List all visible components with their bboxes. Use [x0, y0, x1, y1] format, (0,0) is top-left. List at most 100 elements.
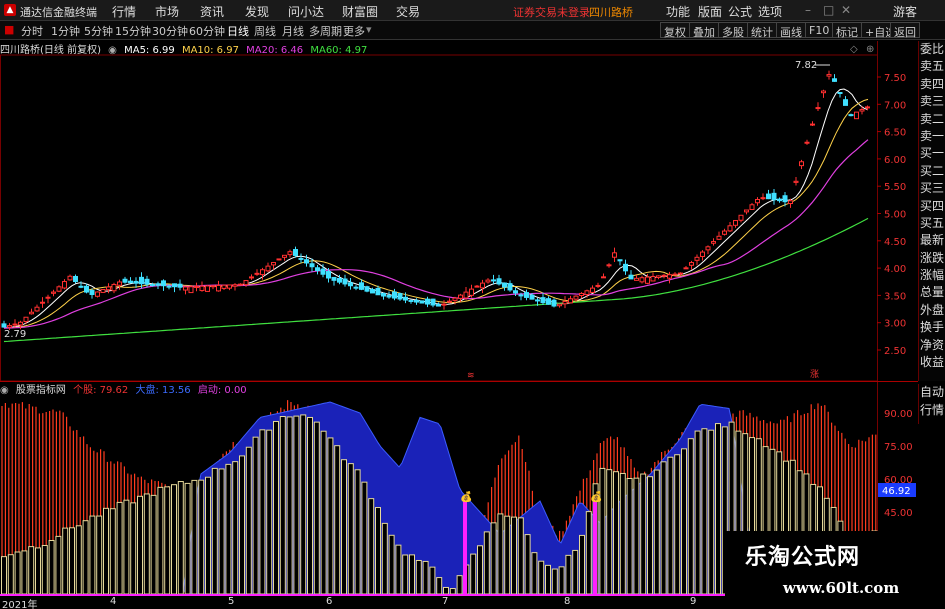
- indicator-yellow-bar: [633, 477, 640, 595]
- quote-panel-item[interactable]: 买五: [919, 215, 945, 232]
- period-tab-1min[interactable]: 1分钟: [51, 23, 80, 39]
- indicator-yellow-bar: [354, 469, 361, 595]
- indicator-yellow-bar: [334, 445, 341, 595]
- indicator-yellow-bar: [660, 461, 667, 595]
- period-tab-30min[interactable]: 30分钟: [152, 23, 188, 39]
- indicator-yellow-bar: [456, 575, 463, 595]
- adjust-button[interactable]: 复权: [660, 22, 690, 39]
- menu-item-market[interactable]: 市场: [155, 3, 179, 20]
- quote-panel-item[interactable]: 委比: [919, 41, 945, 58]
- chart-area[interactable]: 7.50 7.00 6.50 6.00 5.50 5.00 4.50 4.00 3.50 3.00…: [0, 41, 918, 596]
- candle-body: [678, 272, 683, 275]
- indicator-name[interactable]: 股票指标网: [16, 385, 66, 396]
- menu-item-news[interactable]: 资讯: [200, 3, 224, 20]
- quote-panel-item[interactable]: 外盘: [919, 302, 945, 319]
- menu-item-function[interactable]: 功能: [666, 3, 690, 20]
- multi-stock-button[interactable]: 多股: [718, 22, 748, 39]
- indicator-market-value: 大盘: 13.56: [135, 385, 191, 396]
- candle-body: [172, 283, 177, 288]
- quote-panel-item[interactable]: 买三: [919, 180, 945, 197]
- candle-body: [1, 323, 7, 328]
- indicator-tick-label: 90.00: [884, 409, 913, 420]
- period-tab-timeshare[interactable]: 分时: [21, 23, 43, 39]
- indicator-yellow-bar: [409, 554, 415, 595]
- quote-panel-item[interactable]: 卖四: [919, 76, 945, 93]
- indicator-yellow-bar: [327, 437, 334, 595]
- f10-button[interactable]: F10: [805, 22, 834, 38]
- period-tab-weekly[interactable]: 周线: [254, 23, 276, 39]
- chart-expand-icon[interactable]: ⊕: [866, 44, 874, 55]
- candle-body: [73, 275, 78, 283]
- candle-body: [161, 280, 166, 287]
- menu-item-trade[interactable]: 交易: [396, 3, 420, 20]
- quote-panel-item[interactable]: 净资: [919, 337, 945, 354]
- menu-item-ask[interactable]: 问小达: [288, 3, 324, 20]
- candle-body: [782, 195, 788, 203]
- quote-panel-item[interactable]: 卖一: [919, 128, 945, 145]
- period-tab-5min[interactable]: 5分钟: [84, 23, 113, 39]
- candle-body: [859, 109, 865, 112]
- candle-body: [150, 284, 155, 287]
- menu-item-discover[interactable]: 发现: [245, 3, 269, 20]
- candle-body: [128, 280, 133, 284]
- candle-body: [183, 286, 188, 291]
- quote-panel-item[interactable]: 涨幅: [919, 267, 945, 284]
- overlay-button[interactable]: 叠加: [689, 22, 719, 39]
- indicator-yellow-bar: [415, 559, 422, 595]
- menu-item-layout[interactable]: 版面: [698, 3, 722, 20]
- event-marker-2[interactable]: 涨: [810, 369, 819, 380]
- menu-item-quotes[interactable]: 行情: [112, 3, 136, 20]
- stats-button[interactable]: 统计: [747, 22, 777, 39]
- menu-item-formula[interactable]: 公式: [728, 3, 752, 20]
- indicator-yellow-bar: [565, 554, 572, 595]
- date-label: 5: [228, 596, 235, 607]
- mark-button[interactable]: 标记: [832, 22, 862, 39]
- quote-panel-item[interactable]: 涨跌: [919, 250, 945, 267]
- current-value-label: 46.92: [882, 486, 911, 497]
- menu-item-options[interactable]: 选项: [758, 3, 782, 20]
- chart-option-icon[interactable]: ◇: [850, 44, 858, 55]
- quote-panel-item[interactable]: 收益: [919, 354, 945, 371]
- period-tab-60min[interactable]: 60分钟: [189, 23, 225, 39]
- quote-panel-item[interactable]: 卖五: [919, 58, 945, 75]
- candle-body: [480, 282, 485, 289]
- auto-panel-item[interactable]: 自动: [919, 384, 945, 402]
- quote-panel-item[interactable]: 最新: [919, 232, 945, 249]
- indicator-yellow-bar: [341, 459, 347, 595]
- guest-label[interactable]: 游客: [893, 3, 917, 20]
- draw-button[interactable]: 画线: [776, 22, 806, 39]
- period-tab-daily[interactable]: 日线: [227, 23, 249, 39]
- candle-body: [293, 249, 298, 256]
- candle-body: [601, 276, 606, 279]
- quote-panel-item[interactable]: 买一: [919, 145, 945, 162]
- quote-panel-item[interactable]: 卖三: [919, 93, 945, 110]
- window-close-icon[interactable]: ✕: [841, 3, 851, 17]
- app-title: 通达信金融终端: [20, 6, 97, 19]
- window-restore-icon[interactable]: □: [823, 3, 834, 17]
- auto-panel-item[interactable]: 行情: [919, 402, 945, 420]
- period-tab-multi[interactable]: 多周期: [309, 23, 342, 39]
- indicator-settings-icon[interactable]: ◉: [0, 385, 9, 396]
- quote-panel-item[interactable]: 卖二: [919, 111, 945, 128]
- period-tab-monthly[interactable]: 月线: [282, 23, 304, 39]
- candle-body: [584, 290, 590, 296]
- candle-body: [45, 296, 51, 299]
- candle-body: [612, 252, 617, 258]
- more-dropdown-icon[interactable]: ▾: [366, 23, 372, 36]
- period-tab-15min[interactable]: 15分钟: [115, 23, 151, 39]
- ma5-line: [3, 88, 869, 329]
- menu-item-wealth[interactable]: 财富圈: [342, 3, 378, 20]
- quote-panel-item[interactable]: 总量: [919, 284, 945, 301]
- login-notice[interactable]: 证券交易未登录: [513, 4, 590, 20]
- indicator-yellow-bar: [694, 430, 701, 595]
- quote-panel-item[interactable]: 买二: [919, 163, 945, 180]
- quote-panel-item[interactable]: 买四: [919, 198, 945, 215]
- quote-panel-item[interactable]: 换手: [919, 319, 945, 336]
- candle-body: [793, 180, 799, 183]
- candle-body: [623, 263, 628, 272]
- window-min-icon[interactable]: –: [805, 3, 811, 17]
- back-button[interactable]: 返回: [890, 22, 920, 39]
- period-tab-more[interactable]: 更多: [343, 23, 365, 39]
- event-marker-1[interactable]: ≋: [467, 371, 475, 381]
- indicator-stock-value: 个股: 79.62: [73, 385, 129, 396]
